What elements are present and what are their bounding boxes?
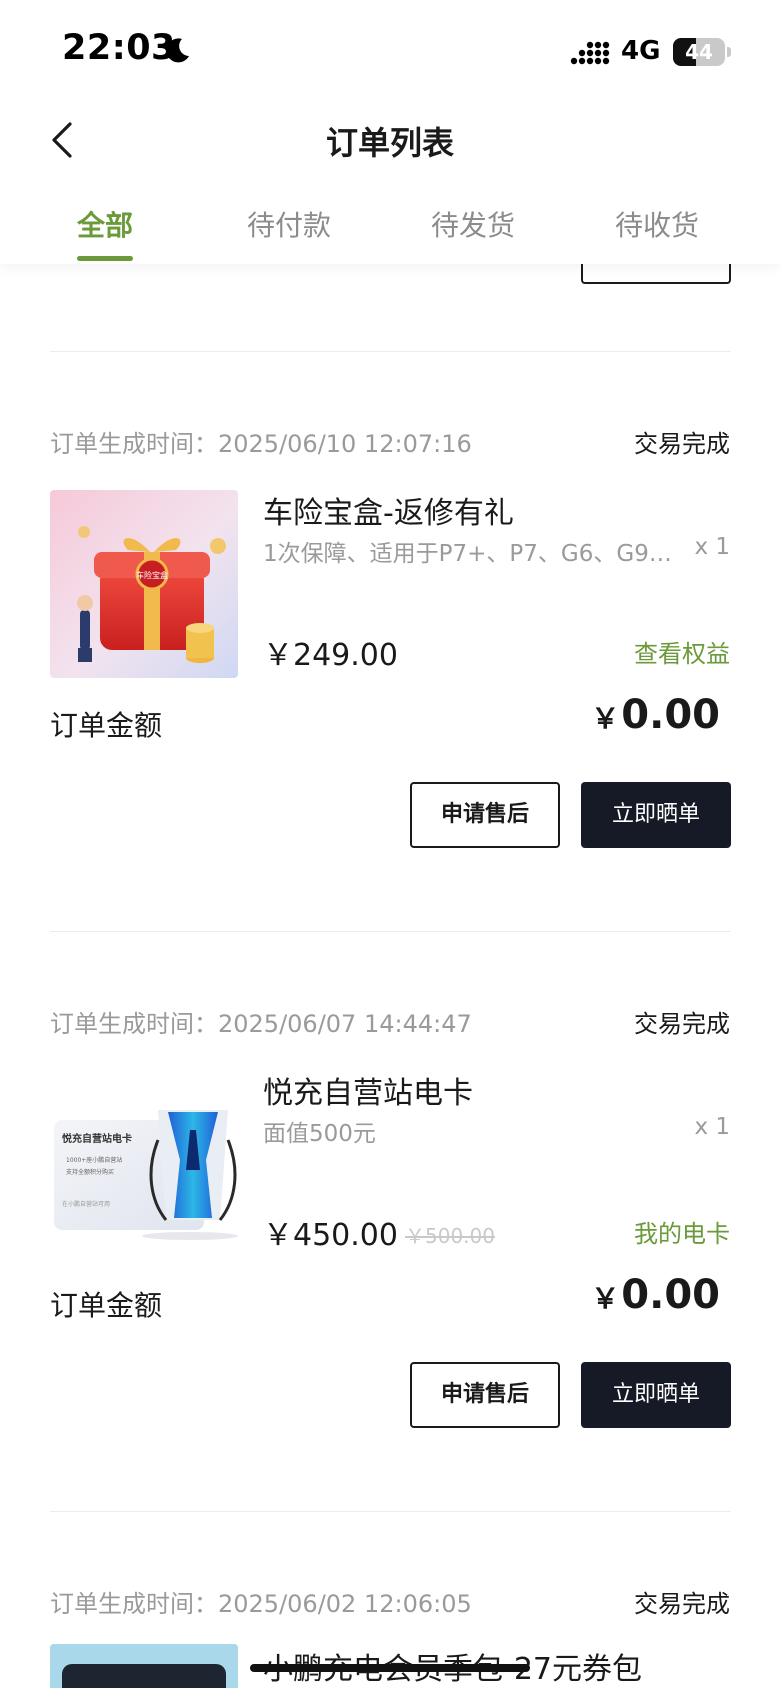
view-benefits-link[interactable]: 查看权益: [634, 634, 730, 669]
product-name[interactable]: 悦充自营站电卡: [263, 1068, 473, 1112]
card-footer-text: 在小鹏自营站可用: [62, 1200, 110, 1208]
card-line-2-text: 支持全额积分购买: [66, 1168, 114, 1176]
my-charge-card-link[interactable]: 我的电卡: [634, 1214, 730, 1249]
order-amount-label: 订单金额: [50, 1289, 163, 1322]
order-tabs: 全部 待付款 待发货 待收货: [0, 180, 780, 264]
tab-pending-receipt[interactable]: 待收货: [565, 204, 749, 244]
network-type: 4G: [621, 36, 661, 66]
tab-all[interactable]: 全部: [13, 204, 197, 244]
signal-icon: [570, 41, 610, 65]
after-sale-button[interactable]: 申请售后: [410, 782, 560, 848]
order-amount-label: 订单金额: [50, 709, 163, 742]
order-time: 订单生成时间：2025/06/10 12:07:16: [50, 430, 472, 458]
product-price: ￥249.00: [263, 638, 398, 673]
card-title-text: 悦充自营站电卡: [62, 1132, 132, 1145]
order-time: 订单生成时间：2025/06/02 12:06:05: [50, 1590, 472, 1618]
order-status: 交易完成: [634, 430, 730, 458]
divider: [50, 1511, 731, 1512]
order-list[interactable]: 订单生成时间：2025/06/10 12:07:16 交易完成 车险宝盒 车险宝…: [0, 264, 780, 1688]
gift-box-image: 车险宝盒: [50, 490, 238, 678]
product-price: ￥450.00: [263, 1218, 398, 1253]
product-thumbnail[interactable]: 悦充自营站电卡 1000+座小鹏自营站 支持全额积分购买 在小鹏自营站可用: [50, 1070, 238, 1258]
currency-symbol: ￥: [591, 1282, 620, 1315]
battery-icon: 44: [673, 38, 725, 66]
tab-pending-shipment[interactable]: 待发货: [381, 204, 565, 244]
membership-pack-image: [50, 1644, 238, 1688]
page-title: 订单列表: [325, 124, 454, 162]
share-order-button[interactable]: 立即晒单: [581, 1362, 731, 1428]
order-amount-number: 0.00: [621, 1272, 720, 1318]
order-amount-number: 0.00: [621, 692, 720, 738]
after-sale-button[interactable]: 申请售后: [410, 1362, 560, 1428]
card-line-1-text: 1000+座小鹏自营站: [66, 1156, 122, 1164]
product-description: 面值500元: [263, 1121, 376, 1147]
order-amount-value: ￥0.00: [591, 692, 720, 738]
product-name[interactable]: 车险宝盒-返修有礼: [263, 488, 514, 532]
product-thumbnail[interactable]: 车险宝盒: [50, 490, 238, 678]
order-status: 交易完成: [634, 1010, 730, 1038]
active-tab-indicator: [77, 256, 133, 261]
divider: [50, 931, 731, 932]
status-time: 22:03: [62, 28, 176, 68]
previous-order-button[interactable]: [581, 264, 731, 284]
charge-card-image: 悦充自营站电卡 1000+座小鹏自营站 支持全额积分购买 在小鹏自营站可用: [50, 1070, 238, 1258]
status-bar: 22:03 4G 44: [0, 0, 780, 100]
share-order-button[interactable]: 立即晒单: [581, 782, 731, 848]
product-quantity: x 1: [694, 1114, 730, 1140]
order-status: 交易完成: [634, 1590, 730, 1618]
divider: [50, 351, 731, 352]
redaction-mark: [250, 1664, 530, 1672]
nav-header: 订单列表: [0, 100, 780, 180]
order-amount-value: ￥0.00: [591, 1272, 720, 1318]
product-thumbnail[interactable]: [50, 1644, 238, 1688]
currency-symbol: ￥: [591, 702, 620, 735]
order-time: 订单生成时间：2025/06/07 14:44:47: [50, 1010, 472, 1038]
gift-seal-text: 车险宝盒: [136, 570, 168, 580]
tab-pending-payment[interactable]: 待付款: [197, 204, 381, 244]
battery-level: 44: [685, 40, 713, 64]
battery-cap: [727, 47, 731, 57]
moon-icon: [166, 38, 189, 63]
original-price: ￥500.00: [405, 1224, 495, 1248]
product-quantity: x 1: [694, 534, 730, 560]
product-description: 1次保障、适用于P7+、P7、G6、G9、X9、MONA: [263, 541, 683, 567]
